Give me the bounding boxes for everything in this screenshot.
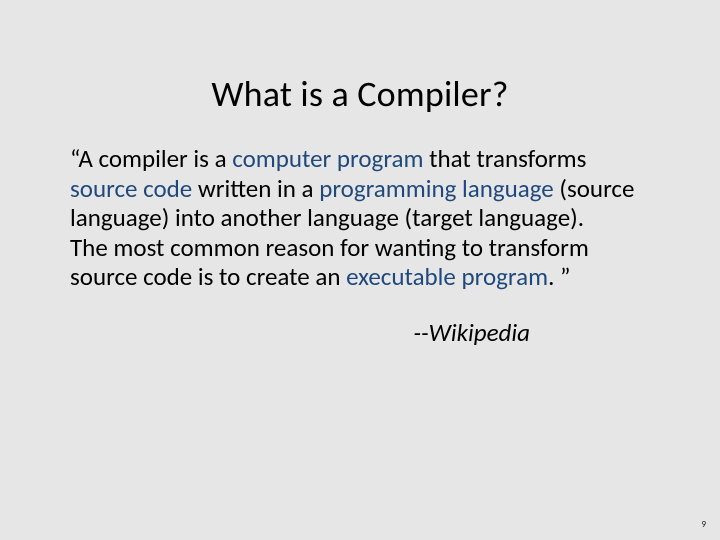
link-computer-program[interactable]: computer program (232, 143, 423, 174)
link-source-code[interactable]: source code (70, 173, 192, 204)
page-number: 9 (701, 519, 706, 530)
link-executable-program[interactable]: executable program (346, 261, 548, 292)
slide-title: What is a Compiler? (0, 0, 720, 144)
text-segment: . ” (548, 261, 570, 292)
slide-body: “A compiler is a computer program that t… (0, 144, 720, 347)
text-segment: that transforms (423, 143, 586, 174)
paragraph-2: The most common reason for wanting to tr… (70, 233, 650, 292)
text-segment: “A compiler is a (70, 143, 232, 174)
paragraph-1: “A compiler is a computer program that t… (70, 144, 650, 233)
link-programming-language[interactable]: programming language (319, 173, 554, 204)
attribution: --Wikipedia (70, 318, 650, 348)
slide: What is a Compiler? “A compiler is a com… (0, 0, 720, 540)
text-segment: written in a (192, 173, 319, 204)
